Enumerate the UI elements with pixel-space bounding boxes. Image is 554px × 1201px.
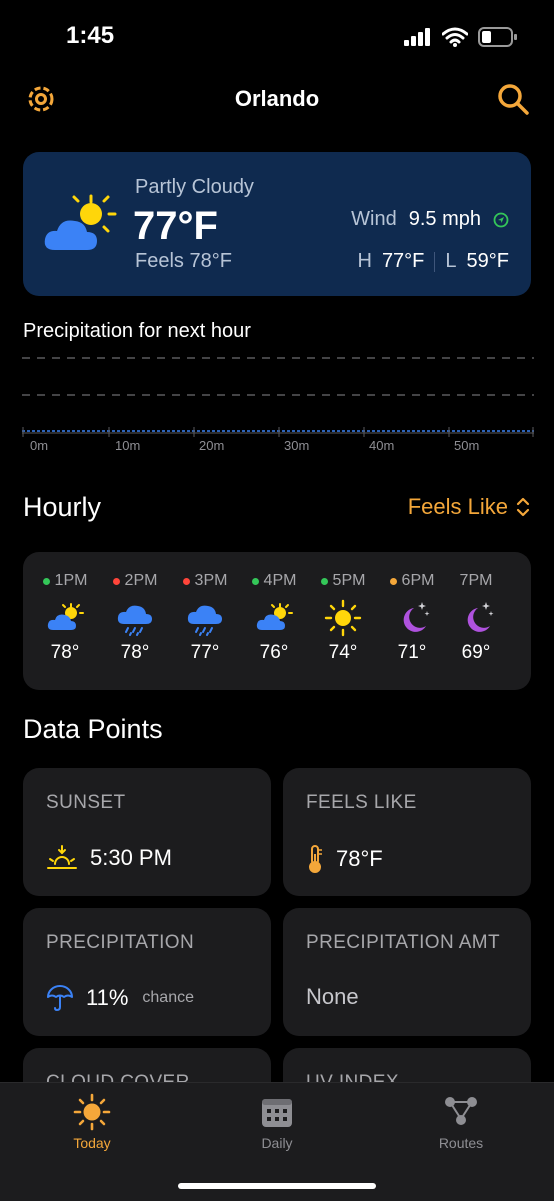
data-point-label: PRECIPITATION AMT xyxy=(306,932,500,953)
moon-icon xyxy=(403,602,430,632)
hour-time: 3PM xyxy=(194,572,228,589)
calendar-icon xyxy=(262,1099,292,1127)
low-value: 59°F xyxy=(466,250,509,272)
data-point-card-precipitation-amount[interactable]: PRECIPITATION AMT None xyxy=(283,908,531,1036)
status-dot xyxy=(182,577,190,585)
hourly-card[interactable]: 1PM 78° 2PM 78° 3PM 77° 4PM 76° 5PM 74° … xyxy=(23,552,531,690)
data-point-label: FEELS LIKE xyxy=(306,792,417,813)
hourly-item[interactable]: 6PM 71° xyxy=(379,572,445,664)
data-points-title: Data Points xyxy=(23,714,163,744)
sunset-icon xyxy=(47,845,77,869)
divider xyxy=(434,251,436,272)
hour-time: 4PM xyxy=(263,572,297,589)
tab-daily[interactable]: Daily xyxy=(217,1093,337,1151)
status-dot xyxy=(389,577,397,585)
thermometer-icon xyxy=(309,845,322,873)
partly-cloudy-icon xyxy=(44,194,117,250)
feels-like-text: Feels 78°F xyxy=(135,250,232,272)
high-low-row: H 77°F L 59°F xyxy=(357,250,509,273)
hour-temperature: 78° xyxy=(50,642,80,663)
hour-time: 6PM xyxy=(401,572,435,589)
condition-text: Partly Cloudy xyxy=(135,176,254,198)
hourly-item[interactable]: 1PM 78° xyxy=(32,572,98,664)
status-time: 1:45 xyxy=(66,22,115,49)
partly-cloudy-icon xyxy=(256,603,293,630)
hour-temperature: 78° xyxy=(120,642,150,663)
routes-icon xyxy=(445,1097,477,1125)
status-dot xyxy=(320,577,328,585)
partly-cloudy-icon xyxy=(47,603,84,630)
sun-icon xyxy=(324,599,362,637)
cellular-signal-icon xyxy=(404,28,430,46)
precipitation-chart: 0m 10m 20m 30m 40m 50m xyxy=(22,357,534,453)
sun-icon xyxy=(73,1093,111,1131)
rain-icon xyxy=(187,605,222,636)
rain-icon xyxy=(117,605,152,636)
precipitation-title: Precipitation for next hour xyxy=(23,320,251,342)
search-icon[interactable] xyxy=(496,82,530,116)
tick-label-40m: 40m xyxy=(369,438,394,453)
umbrella-icon xyxy=(47,985,73,1012)
data-point-label: PRECIPITATION xyxy=(46,932,195,953)
chevron-up-down-icon xyxy=(516,497,530,517)
hourly-item[interactable]: 4PM 76° xyxy=(241,572,307,664)
moon-icon xyxy=(467,602,494,632)
hour-time: 5PM xyxy=(332,572,366,589)
data-point-value: 5:30 PM xyxy=(90,845,172,870)
hourly-item[interactable]: 2PM 78° xyxy=(102,572,168,664)
low-label: L xyxy=(445,250,457,272)
data-point-value: 11% xyxy=(86,985,129,1010)
current-temperature: 77°F xyxy=(133,204,218,248)
hour-temperature: 71° xyxy=(397,642,427,663)
hourly-item[interactable]: 5PM 74° xyxy=(310,572,376,664)
hour-time: 7PM xyxy=(459,572,493,589)
tab-today[interactable]: Today xyxy=(32,1093,152,1151)
tab-routes[interactable]: Routes xyxy=(401,1093,521,1151)
hourly-item[interactable]: 7PM 69° xyxy=(443,572,509,664)
status-dot xyxy=(42,577,50,585)
home-indicator xyxy=(178,1183,376,1189)
tab-label: Today xyxy=(73,1135,111,1151)
status-icons xyxy=(404,26,518,48)
wifi-icon xyxy=(442,27,468,47)
hour-time: 1PM xyxy=(54,572,88,589)
tab-label: Routes xyxy=(438,1135,484,1151)
hour-time: 2PM xyxy=(124,572,158,589)
hour-temperature: 76° xyxy=(259,642,289,663)
status-dot xyxy=(112,577,120,585)
data-point-card-sunset[interactable]: SUNSET 5:30 PM xyxy=(23,768,271,896)
tick-label-0m: 0m xyxy=(30,438,48,453)
hour-temperature: 74° xyxy=(328,642,358,663)
tick-label-30m: 30m xyxy=(284,438,309,453)
wind-row: Wind 9.5 mph xyxy=(351,208,509,231)
data-point-card-precipitation[interactable]: PRECIPITATION 11% chance xyxy=(23,908,271,1036)
data-point-card-feels-like[interactable]: FEELS LIKE 78°F xyxy=(283,768,531,896)
current-conditions-card[interactable]: Partly Cloudy 77°F Feels 78°F Wind 9.5 m… xyxy=(23,152,531,296)
feels-like-toggle[interactable]: Feels Like xyxy=(408,494,530,520)
tick-label-50m: 50m xyxy=(454,438,479,453)
wind-label: Wind xyxy=(351,208,397,230)
hourly-item[interactable]: 3PM 77° xyxy=(172,572,238,664)
tick-label-20m: 20m xyxy=(199,438,224,453)
status-dot xyxy=(251,577,259,585)
high-label: H xyxy=(357,250,372,272)
hourly-title: Hourly xyxy=(23,492,102,522)
data-point-suffix: chance xyxy=(142,989,194,1006)
hour-temperature: 69° xyxy=(461,642,491,663)
high-value: 77°F xyxy=(381,250,425,272)
data-point-value: None xyxy=(306,984,359,1009)
feels-like-toggle-label: Feels Like xyxy=(407,494,508,519)
data-point-value: 78°F xyxy=(336,846,383,871)
wind-value: 9.5 mph xyxy=(408,208,481,230)
data-point-label: SUNSET xyxy=(46,792,126,813)
wind-direction-icon xyxy=(493,212,509,227)
hour-temperature: 77° xyxy=(190,642,220,663)
tab-label: Daily xyxy=(261,1135,293,1151)
city-title: Orlando xyxy=(234,86,320,111)
tick-label-10m: 10m xyxy=(115,438,140,453)
battery-icon xyxy=(478,27,517,47)
